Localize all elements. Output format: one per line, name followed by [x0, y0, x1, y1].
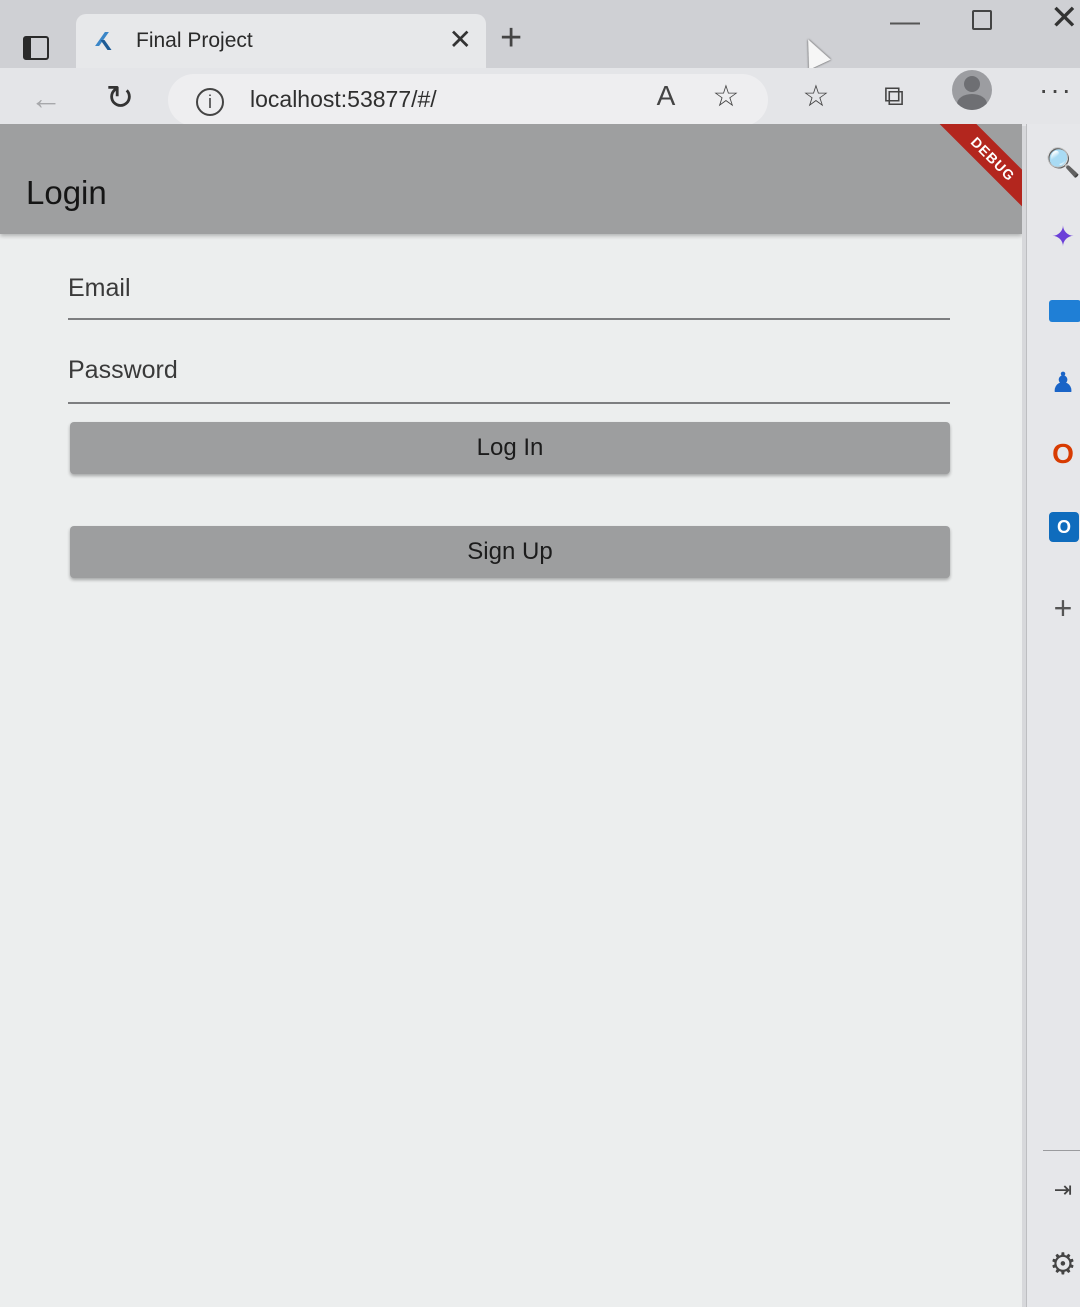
- page-viewport: Login DEBUG Email Password Log In Sign U…: [0, 124, 1022, 1307]
- new-tab-button[interactable]: +: [500, 18, 522, 58]
- browser-sidebar: 🔍 ✦ ♟ O O + ⇥ ⚙: [1026, 124, 1080, 1307]
- favorites-icon[interactable]: ☆: [796, 76, 836, 116]
- sidebar-tools-icon[interactable]: [1049, 300, 1080, 322]
- add-favorite-icon[interactable]: ☆: [708, 78, 744, 114]
- close-window-button[interactable]: ✕: [1050, 0, 1079, 36]
- minimize-button[interactable]: —: [890, 7, 920, 37]
- browser-tab[interactable]: Final Project ✕: [76, 14, 486, 68]
- app-bar: Login DEBUG: [0, 124, 1022, 234]
- sidebar-settings-icon[interactable]: ⚙: [1045, 1246, 1080, 1282]
- tab-title: Final Project: [136, 29, 253, 52]
- browser-toolbar: ← ↻ i localhost:53877/#/ A ☆ ☆ ⧉ ···: [0, 68, 1080, 126]
- tab-actions-icon[interactable]: [14, 28, 58, 68]
- sidebar-outlook-icon[interactable]: O: [1049, 512, 1079, 542]
- read-aloud-icon[interactable]: A: [648, 78, 684, 114]
- email-field[interactable]: Email: [68, 258, 950, 320]
- debug-banner: DEBUG: [930, 124, 1022, 222]
- page-title: Login: [26, 174, 107, 211]
- sidebar-office-icon[interactable]: O: [1045, 436, 1080, 472]
- collections-icon[interactable]: ⧉: [874, 76, 914, 116]
- reload-button[interactable]: ↻: [100, 78, 140, 118]
- site-info-icon[interactable]: i: [196, 88, 224, 116]
- tab-close-icon[interactable]: ✕: [449, 26, 472, 54]
- sidebar-hide-icon[interactable]: ⇥: [1045, 1172, 1080, 1208]
- back-button[interactable]: ←: [26, 78, 66, 118]
- browser-window: Final Project ✕ + — ✕ ← ↻ i localhost:53…: [0, 0, 1080, 1307]
- more-options-icon[interactable]: ···: [1036, 72, 1076, 108]
- maximize-button[interactable]: [972, 10, 992, 30]
- sidebar-divider: [1043, 1150, 1080, 1151]
- sidebar-add-icon[interactable]: +: [1045, 590, 1080, 626]
- sidebar-games-icon[interactable]: ♟: [1045, 364, 1080, 400]
- email-input[interactable]: [68, 258, 950, 318]
- login-button[interactable]: Log In: [70, 422, 950, 474]
- sidebar-copilot-icon[interactable]: ✦: [1045, 218, 1080, 254]
- profile-avatar[interactable]: [952, 70, 992, 110]
- url-text[interactable]: localhost:53877/#/: [250, 86, 437, 113]
- tab-strip: Final Project ✕ + — ✕: [0, 0, 1080, 70]
- password-field[interactable]: Password: [68, 340, 950, 404]
- password-input[interactable]: [68, 340, 950, 402]
- flutter-favicon-icon: [96, 30, 118, 52]
- signup-button[interactable]: Sign Up: [70, 526, 950, 578]
- sidebar-search-icon[interactable]: 🔍: [1045, 144, 1080, 180]
- mouse-cursor-icon: [797, 34, 831, 70]
